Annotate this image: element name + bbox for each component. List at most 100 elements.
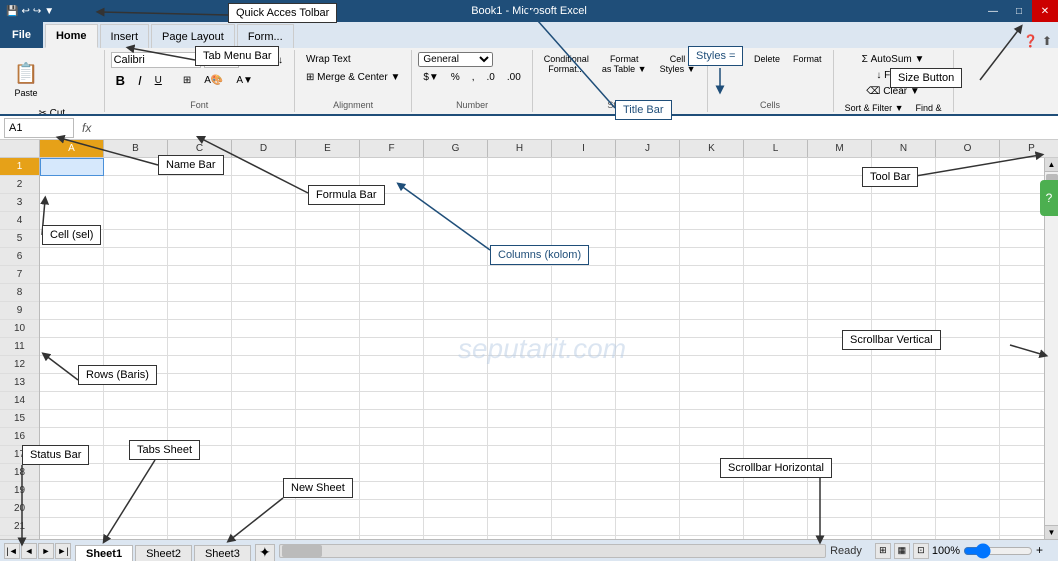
italic-button[interactable]: I [133,71,147,90]
cell[interactable] [1000,194,1044,212]
paste-button[interactable]: 📋Paste [6,52,46,106]
cell[interactable] [680,284,744,302]
cell[interactable] [616,194,680,212]
percent-button[interactable]: % [446,70,465,85]
row-num-3[interactable]: 3 [0,194,39,212]
cell[interactable] [808,230,872,248]
cell[interactable] [1000,302,1044,320]
cell[interactable] [232,320,296,338]
ribbon-icon[interactable]: ⬆ [1042,34,1052,48]
cell[interactable] [1000,230,1044,248]
cell[interactable] [744,356,808,374]
cell[interactable] [424,500,488,518]
cell[interactable] [168,446,232,464]
cell[interactable] [296,230,360,248]
cell[interactable] [232,212,296,230]
cell[interactable] [360,176,424,194]
cell[interactable] [808,302,872,320]
cell[interactable] [936,428,1000,446]
cell[interactable] [1000,374,1044,392]
cell[interactable] [40,446,104,464]
cell[interactable] [168,266,232,284]
cell[interactable] [360,320,424,338]
helper-icon[interactable]: ? [1040,180,1058,216]
cell[interactable] [552,464,616,482]
cell[interactable] [232,536,296,539]
cell[interactable] [424,158,488,176]
cell[interactable] [40,428,104,446]
cell[interactable] [936,392,1000,410]
row-num-2[interactable]: 2 [0,176,39,194]
cell[interactable] [104,266,168,284]
sort-filter-button[interactable]: Sort & Filter ▼ [840,101,909,115]
cell[interactable] [104,356,168,374]
cell[interactable] [616,428,680,446]
cell[interactable] [40,194,104,212]
cell[interactable] [936,212,1000,230]
cell[interactable] [104,536,168,539]
cell[interactable] [424,176,488,194]
cell[interactable] [1000,266,1044,284]
cell[interactable] [232,176,296,194]
cell[interactable] [552,266,616,284]
cell[interactable] [616,338,680,356]
cell[interactable] [232,356,296,374]
fill-color-button[interactable]: A🎨 [199,73,228,88]
cell[interactable] [936,446,1000,464]
cell[interactable] [872,536,936,539]
cell[interactable] [360,464,424,482]
cell[interactable] [680,536,744,539]
tab-first-button[interactable]: |◄ [4,543,20,559]
bold-button[interactable]: B [111,71,130,90]
col-header-p[interactable]: P [1000,140,1058,157]
cell[interactable] [488,194,552,212]
increase-decimal-button[interactable]: .0 [482,70,500,85]
cell[interactable] [104,518,168,536]
row-num-20[interactable]: 20 [0,500,39,518]
cell[interactable] [936,248,1000,266]
cell[interactable] [104,374,168,392]
cell[interactable] [424,248,488,266]
cell[interactable] [808,266,872,284]
cell[interactable] [552,194,616,212]
cell[interactable] [616,266,680,284]
cell[interactable] [168,176,232,194]
cell[interactable] [296,410,360,428]
view-layout-button[interactable]: ▦ [894,543,910,559]
cell[interactable] [40,392,104,410]
cell[interactable] [1000,482,1044,500]
cell[interactable] [936,158,1000,176]
cell[interactable] [488,428,552,446]
cell[interactable] [296,302,360,320]
cell[interactable] [680,230,744,248]
cell[interactable] [936,536,1000,539]
cell[interactable] [424,446,488,464]
cell[interactable] [232,374,296,392]
cell[interactable] [1000,500,1044,518]
cell[interactable] [424,518,488,536]
cell[interactable] [296,266,360,284]
cell[interactable] [872,212,936,230]
col-header-o[interactable]: O [936,140,1000,157]
cell[interactable] [104,212,168,230]
cell[interactable] [808,356,872,374]
fill-button[interactable]: ↓ Fill ▼ [871,68,914,83]
cell[interactable] [360,158,424,176]
cell[interactable] [168,410,232,428]
cell[interactable] [424,428,488,446]
cell[interactable] [744,194,808,212]
cell[interactable] [488,266,552,284]
cell[interactable] [808,464,872,482]
cell[interactable] [680,428,744,446]
cell[interactable] [168,284,232,302]
cell[interactable] [872,428,936,446]
redo-icon[interactable]: ↪ [33,6,41,17]
zoom-in-button[interactable]: + [1036,543,1052,559]
cell[interactable] [936,338,1000,356]
cell[interactable] [40,374,104,392]
cell[interactable] [104,338,168,356]
cell[interactable] [296,464,360,482]
cell[interactable] [744,518,808,536]
cell[interactable] [104,284,168,302]
cell[interactable] [488,410,552,428]
